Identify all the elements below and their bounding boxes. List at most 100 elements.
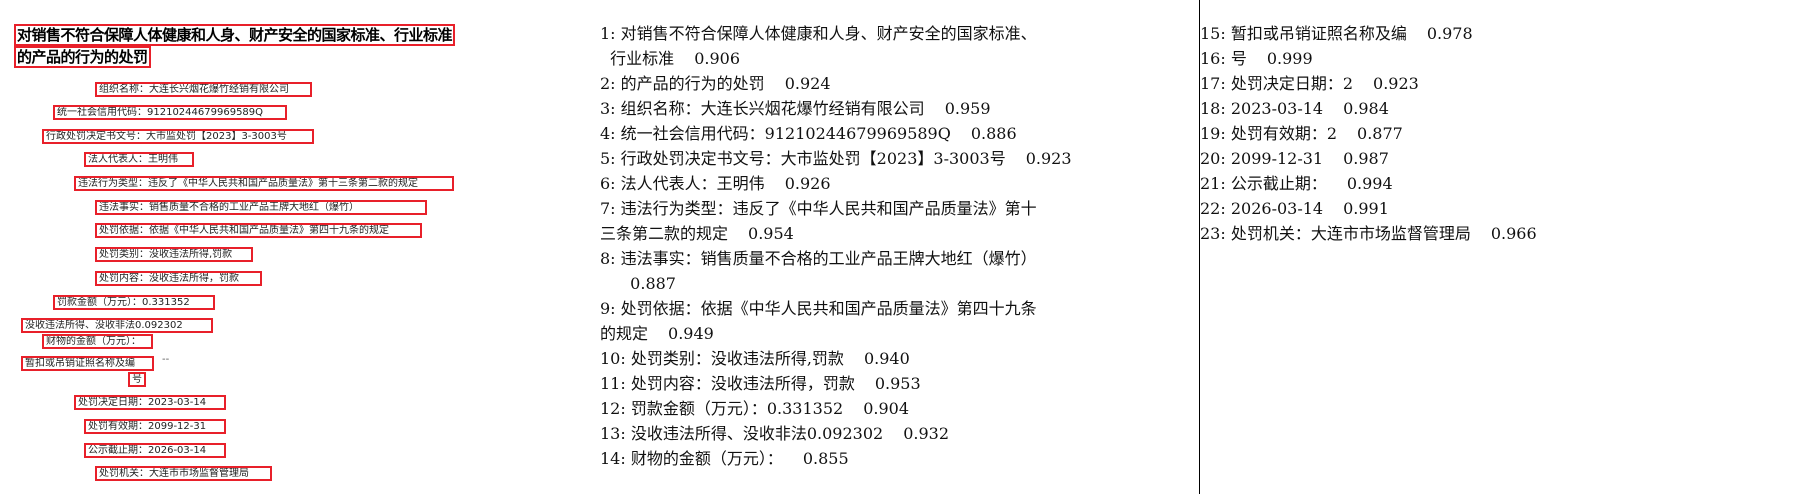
ocr-result-text: 违法行为类型：违反了《中华人民共和国产品质量法》第十: [620, 199, 1037, 218]
ocr-result-line: 17: 处罚决定日期：2 0.923: [1200, 71, 1537, 96]
ocr-confidence-score: 0.932: [903, 424, 950, 443]
detection-box: 法人代表人：王明伟: [84, 152, 194, 167]
ocr-confidence-score: 0.966: [1490, 224, 1537, 243]
ocr-confidence-score: 0.984: [1343, 99, 1389, 118]
ocr-result-index: 14:: [600, 449, 626, 468]
detection-box: 处罚有效期：2099-12-31: [84, 419, 226, 434]
ocr-result-line: 4: 统一社会信用代码：91210244679969589Q 0.886: [600, 121, 1072, 146]
ocr-result-line: 18: 2023-03-14 0.984: [1200, 96, 1537, 121]
ocr-result-index: 5:: [600, 149, 616, 168]
ocr-confidence-score: 0.978: [1426, 24, 1473, 43]
ocr-result-index: 9:: [600, 299, 616, 318]
detection-box: 统一社会信用代码：91210244679969589Q: [53, 105, 287, 120]
ocr-result-line: 15: 暂扣或吊销证照名称及编 0.978: [1200, 21, 1537, 46]
ocr-result-index: 17:: [1200, 74, 1226, 93]
detection-box: 号: [128, 372, 146, 387]
ocr-result-text: 处罚有效期：2: [1230, 124, 1338, 143]
ocr-result-line: 11: 处罚内容：没收违法所得，罚款 0.953: [600, 371, 1072, 396]
ocr-result-line: 16: 号 0.999: [1200, 46, 1537, 71]
ocr-result-line: 10: 处罚类别：没收违法所得,罚款 0.940: [600, 346, 1072, 371]
ocr-result-text: 2026-03-14: [1230, 199, 1324, 218]
ocr-results-column-1: 1: 对销售不符合保障人体健康和人身、财产安全的国家标准、 行业标准 0.906 2…: [596, 0, 1199, 494]
title-line-box: 的产品的行为的处罚: [14, 46, 151, 68]
ocr-result-text: 罚款金额（万元）：0.331352: [630, 399, 844, 418]
ocr-result-index: 7:: [600, 199, 616, 218]
ocr-confidence-score: 0.953: [874, 374, 921, 393]
ocr-result-text: 处罚内容：没收违法所得，罚款: [630, 374, 855, 393]
ocr-result-index: 22:: [1200, 199, 1226, 218]
ocr-result-text: 没收违法所得、没收非法0.092302: [630, 424, 884, 443]
ocr-result-index: 4:: [600, 124, 616, 143]
ocr-result-text: 2023-03-14: [1230, 99, 1324, 118]
ocr-result-line: 21: 公示截止期： 0.994: [1200, 171, 1537, 196]
ocr-result-text: 行业标准: [600, 49, 675, 68]
ocr-result-text: 法人代表人：王明伟: [620, 174, 765, 193]
ocr-result-index: 11:: [600, 374, 626, 393]
ocr-result-index: 1:: [600, 24, 616, 43]
ocr-result-text: 行政处罚决定书文号：大市监处罚【2023】3-3003号: [620, 149, 1006, 168]
ocr-result-line: 7: 违法行为类型：违反了《中华人民共和国产品质量法》第十: [600, 196, 1072, 221]
ocr-result-index: 18:: [1200, 99, 1226, 118]
ocr-result-text: 财物的金额（万元）：: [630, 449, 783, 468]
ocr-result-line: 12: 罚款金额（万元）：0.331352 0.904: [600, 396, 1072, 421]
detection-box: 违法事实：销售质量不合格的工业产品王牌大地红（爆竹）: [95, 200, 427, 215]
ocr-result-index: 8:: [600, 249, 616, 268]
ocr-result-index: 10:: [600, 349, 626, 368]
ocr-result-text: [600, 274, 610, 293]
ocr-result-text: 违法事实：销售质量不合格的工业产品王牌大地红（爆竹）: [620, 249, 1037, 268]
title-line-box: 对销售不符合保障人体健康和人身、财产安全的国家标准、行业标准: [14, 24, 456, 46]
ocr-result-text: 暂扣或吊销证照名称及编: [1230, 24, 1407, 43]
ocr-result-text: 处罚依据：依据《中华人民共和国产品质量法》第四十九条: [620, 299, 1037, 318]
ocr-confidence-score: 0.923: [1373, 74, 1419, 93]
ocr-confidence-score: 0.904: [863, 399, 910, 418]
detection-box: 处罚依据：依据《中华人民共和国产品质量法》第四十九条的规定: [95, 223, 422, 238]
ocr-result-index: 21:: [1200, 174, 1226, 193]
ocr-result-line: 8: 违法事实：销售质量不合格的工业产品王牌大地红（爆竹）: [600, 246, 1072, 271]
ocr-result-text: 处罚类别：没收违法所得,罚款: [630, 349, 844, 368]
ocr-confidence-score: 0.999: [1266, 49, 1313, 68]
detection-box: 组织名称：大连长兴烟花爆竹经销有限公司: [95, 82, 312, 97]
ocr-result-index: 3:: [600, 99, 616, 118]
ocr-result-line: 三条第二款的规定 0.954: [600, 221, 1072, 246]
ocr-confidence-score: 0.987: [1343, 149, 1389, 168]
ocr-confidence-score: 0.959: [944, 99, 991, 118]
detection-box: 暂扣或吊销证照名称及编: [21, 356, 154, 371]
ocr-result-line: 1: 对销售不符合保障人体健康和人身、财产安全的国家标准、: [600, 21, 1072, 46]
detection-box: 公示截止期：2026-03-14: [84, 443, 226, 458]
ocr-confidence-score: 0.923: [1025, 149, 1072, 168]
ocr-result-text: 的产品的行为的处罚: [620, 74, 765, 93]
ocr-result-line: 9: 处罚依据：依据《中华人民共和国产品质量法》第四十九条: [600, 296, 1072, 321]
ocr-result-index: 16:: [1200, 49, 1226, 68]
ocr-result-line: 19: 处罚有效期：2 0.877: [1200, 121, 1537, 146]
ocr-result-line: 23: 处罚机关：大连市市场监督管理局 0.966: [1200, 221, 1537, 246]
annotated-document-image: 对销售不符合保障人体健康和人身、财产安全的国家标准、行业标准 的产品的行为的处罚…: [0, 0, 596, 494]
ocr-result-text: 号: [1230, 49, 1247, 68]
ocr-result-line: 行业标准 0.906: [600, 46, 1072, 71]
ocr-confidence-score: 0.940: [863, 349, 910, 368]
ocr-confidence-score: 0.991: [1343, 199, 1389, 218]
ocr-result-line: 14: 财物的金额（万元）： 0.855: [600, 446, 1072, 471]
ocr-result-text: 2099-12-31: [1230, 149, 1324, 168]
ocr-result-line: 13: 没收违法所得、没收非法0.092302 0.932: [600, 421, 1072, 446]
ocr-result-line: 的规定 0.949: [600, 321, 1072, 346]
ocr-result-list: 15: 暂扣或吊销证照名称及编 0.978 16: 号 0.999 17: 处罚决定日期…: [1200, 21, 1537, 246]
ocr-result-text: 三条第二款的规定: [600, 224, 729, 243]
ocr-results-column-2: 15: 暂扣或吊销证照名称及编 0.978 16: 号 0.999 17: 处罚决定日期…: [1200, 0, 1800, 494]
ocr-confidence-score: 0.886: [970, 124, 1017, 143]
ocr-result-index: 15:: [1200, 24, 1226, 43]
ocr-confidence-score: 0.926: [784, 174, 831, 193]
ocr-result-text: 组织名称：大连长兴烟花爆竹经销有限公司: [620, 99, 925, 118]
ocr-result-list: 1: 对销售不符合保障人体健康和人身、财产安全的国家标准、 行业标准 0.906 2…: [600, 21, 1072, 471]
detection-box: 财物的金额（万元）：: [42, 334, 153, 349]
ocr-result-line: 0.887: [600, 271, 1072, 296]
detection-box: 处罚机关：大连市市场监督管理局: [95, 466, 272, 481]
detection-box: 违法行为类型：违反了《中华人民共和国产品质量法》第十三条第二款的规定: [74, 176, 454, 191]
no-value-dash: --: [162, 354, 170, 365]
ocr-confidence-score: 0.877: [1357, 124, 1403, 143]
ocr-confidence-score: 0.906: [694, 49, 740, 68]
ocr-result-line: 6: 法人代表人：王明伟 0.926: [600, 171, 1072, 196]
detection-box: 行政处罚决定书文号：大市监处罚【2023】3-3003号: [42, 129, 314, 144]
ocr-result-index: 2:: [600, 74, 616, 93]
ocr-confidence-score: 0.954: [748, 224, 794, 243]
ocr-confidence-score: 0.887: [630, 274, 676, 293]
